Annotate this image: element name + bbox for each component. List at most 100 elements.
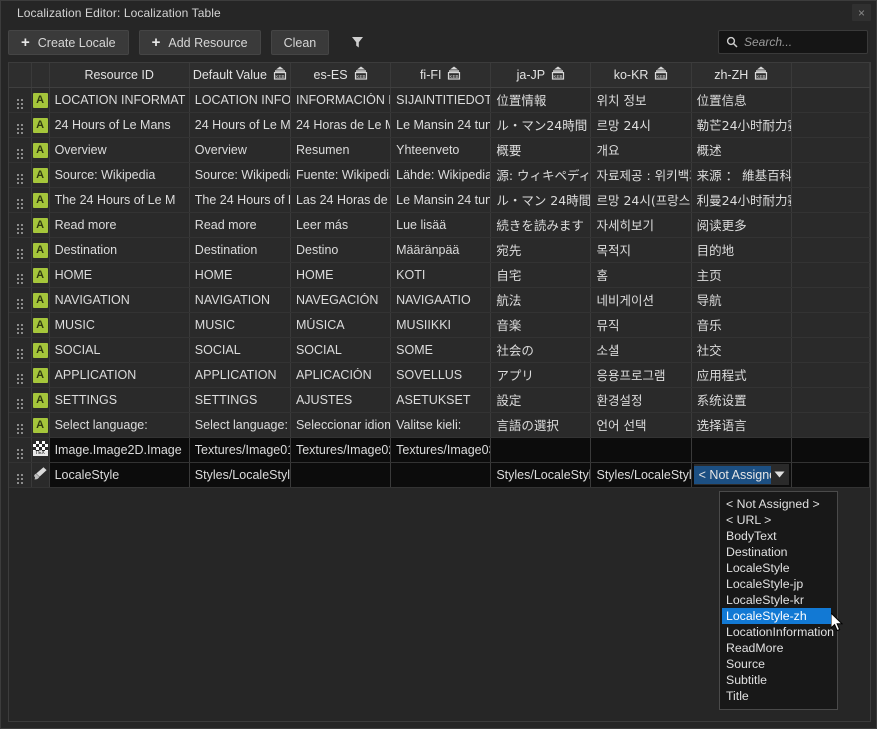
- drag-dots-icon[interactable]: [17, 474, 23, 484]
- table-row[interactable]: ASource: WikipediaSource: WikipediaFuent…: [9, 162, 870, 187]
- cell-default[interactable]: 24 Hours of Le Ma: [189, 112, 290, 137]
- cell-ko[interactable]: 위치 정보: [591, 87, 691, 112]
- dropdown-item[interactable]: ReadMore: [720, 640, 837, 656]
- drag-dots-icon[interactable]: [17, 374, 23, 384]
- cell-default[interactable]: Destination: [189, 237, 290, 262]
- drag-dots-icon[interactable]: [17, 324, 23, 334]
- resource-dropdown-menu[interactable]: < Not Assigned >< URL >BodyTextDestinati…: [719, 491, 838, 710]
- drag-dots-icon[interactable]: [17, 199, 23, 209]
- cell-id[interactable]: HOME: [49, 262, 189, 287]
- table-row[interactable]: A24 Hours of Le Mans24 Hours of Le Ma24 …: [9, 112, 870, 137]
- drag-dots-icon[interactable]: [17, 124, 23, 134]
- cell-fi[interactable]: Valitse kieli:: [391, 412, 491, 437]
- table-row[interactable]: ASelect language:Select language:Selecci…: [9, 412, 870, 437]
- import-icon-wrap[interactable]: KEB: [654, 66, 668, 83]
- cell-ko[interactable]: 소셜: [591, 337, 691, 362]
- cell-fi[interactable]: Textures/Image03: [391, 437, 491, 462]
- cell-ja[interactable]: 音楽: [491, 312, 591, 337]
- row-drag-handle[interactable]: [9, 262, 31, 287]
- cell-ko[interactable]: [591, 437, 691, 462]
- import-icon[interactable]: KEB: [354, 69, 368, 83]
- cell-fi[interactable]: SIJAINTITIEDOT: [391, 87, 491, 112]
- cell-fi[interactable]: Le Mansin 24 tunn: [391, 112, 491, 137]
- cell-default[interactable]: The 24 Hours of L: [189, 187, 290, 212]
- dropdown-item[interactable]: Destination: [720, 544, 837, 560]
- cell-default[interactable]: Overview: [189, 137, 290, 162]
- cell-es[interactable]: 24 Horas de Le M: [290, 112, 390, 137]
- cell-ko[interactable]: 르망 24시: [591, 112, 691, 137]
- column-header-spare[interactable]: [791, 63, 869, 87]
- resource-combobox[interactable]: < Not Assigned: [694, 464, 789, 485]
- cell-fi[interactable]: Lue lisää: [391, 212, 491, 237]
- cell-fi[interactable]: Yhteenveto: [391, 137, 491, 162]
- dropdown-item[interactable]: Title: [720, 688, 837, 704]
- cell-id[interactable]: APPLICATION: [49, 362, 189, 387]
- import-icon-wrap[interactable]: KEB: [273, 66, 287, 83]
- row-drag-handle[interactable]: [9, 387, 31, 412]
- cell-es[interactable]: Textures/Image02: [290, 437, 390, 462]
- cell-default[interactable]: Source: Wikipedia: [189, 162, 290, 187]
- cell-ko[interactable]: 자료제공 : 위키백과: [591, 162, 691, 187]
- cell-ko[interactable]: 목적지: [591, 237, 691, 262]
- cell-es[interactable]: Leer más: [290, 212, 390, 237]
- cell-zh[interactable]: 应用程式: [691, 362, 791, 387]
- clean-button[interactable]: Clean: [271, 30, 330, 55]
- cell-es[interactable]: HOME: [290, 262, 390, 287]
- funnel-icon[interactable]: [347, 32, 367, 54]
- cell-zh[interactable]: 来源 ： 維基百科: [691, 162, 791, 187]
- cell-ja[interactable]: ル・マン 24時間レース（: [491, 187, 591, 212]
- row-drag-handle[interactable]: [9, 112, 31, 137]
- table-row[interactable]: AOverviewOverviewResumenYhteenveto概要개요概述: [9, 137, 870, 162]
- cell-ko[interactable]: 네비게이션: [591, 287, 691, 312]
- dropdown-item[interactable]: Source: [720, 656, 837, 672]
- chevron-down-icon[interactable]: [771, 471, 789, 478]
- cell-ko[interactable]: 뮤직: [591, 312, 691, 337]
- cell-zh[interactable]: [691, 437, 791, 462]
- cell-fi[interactable]: MUSIIKKI: [391, 312, 491, 337]
- cell-ja[interactable]: 概要: [491, 137, 591, 162]
- cell-ja[interactable]: ル・マン24時間レース: [491, 112, 591, 137]
- drag-dots-icon[interactable]: [17, 174, 23, 184]
- cell-zh[interactable]: 勒芒24小时耐力赛: [691, 112, 791, 137]
- cell-default[interactable]: Styles/LocaleStyle: [189, 462, 290, 487]
- dropdown-item[interactable]: Subtitle: [720, 672, 837, 688]
- cell-zh[interactable]: 目的地: [691, 237, 791, 262]
- table-row[interactable]: ASOCIALSOCIALSOCIALSOME社会の소셜社交: [9, 337, 870, 362]
- cell-id[interactable]: Select language:: [49, 412, 189, 437]
- row-drag-handle[interactable]: [9, 212, 31, 237]
- dropdown-item[interactable]: < URL >: [720, 512, 837, 528]
- cell-zh[interactable]: 概述: [691, 137, 791, 162]
- cell-ko[interactable]: 홈: [591, 262, 691, 287]
- cell-id[interactable]: The 24 Hours of Le M: [49, 187, 189, 212]
- row-drag-handle[interactable]: [9, 137, 31, 162]
- row-drag-handle[interactable]: [9, 162, 31, 187]
- cell-id[interactable]: NAVIGATION: [49, 287, 189, 312]
- dropdown-item[interactable]: LocaleStyle-jp: [720, 576, 837, 592]
- dropdown-item[interactable]: LocaleStyle-zh: [722, 608, 831, 624]
- close-icon[interactable]: ×: [852, 4, 871, 21]
- cell-ja[interactable]: 宛先: [491, 237, 591, 262]
- cell-ja[interactable]: 自宅: [491, 262, 591, 287]
- cell-es[interactable]: Seleccionar idiom: [290, 412, 390, 437]
- import-icon-wrap[interactable]: KEB: [447, 66, 461, 83]
- row-drag-handle[interactable]: [9, 412, 31, 437]
- row-drag-handle[interactable]: [9, 462, 31, 487]
- table-row[interactable]: LocaleStyleStyles/LocaleStyleStyles/Loca…: [9, 462, 870, 487]
- cell-fi[interactable]: ASETUKSET: [391, 387, 491, 412]
- drag-dots-icon[interactable]: [17, 449, 23, 459]
- cell-zh[interactable]: 阅读更多: [691, 212, 791, 237]
- column-header-id[interactable]: Resource ID: [49, 63, 189, 87]
- cell-es[interactable]: AJUSTES: [290, 387, 390, 412]
- cell-zh[interactable]: 音乐: [691, 312, 791, 337]
- cell-id[interactable]: Image.Image2D.Image: [49, 437, 189, 462]
- cell-ko[interactable]: 자세히보기: [591, 212, 691, 237]
- drag-dots-icon[interactable]: [17, 274, 23, 284]
- cell-ja[interactable]: 言語の選択: [491, 412, 591, 437]
- drag-dots-icon[interactable]: [17, 299, 23, 309]
- cell-es[interactable]: MÚSICA: [290, 312, 390, 337]
- cell-default[interactable]: NAVIGATION: [189, 287, 290, 312]
- row-drag-handle[interactable]: [9, 287, 31, 312]
- row-drag-handle[interactable]: [9, 337, 31, 362]
- import-icon[interactable]: KEB: [754, 69, 768, 83]
- import-icon[interactable]: KEB: [551, 69, 565, 83]
